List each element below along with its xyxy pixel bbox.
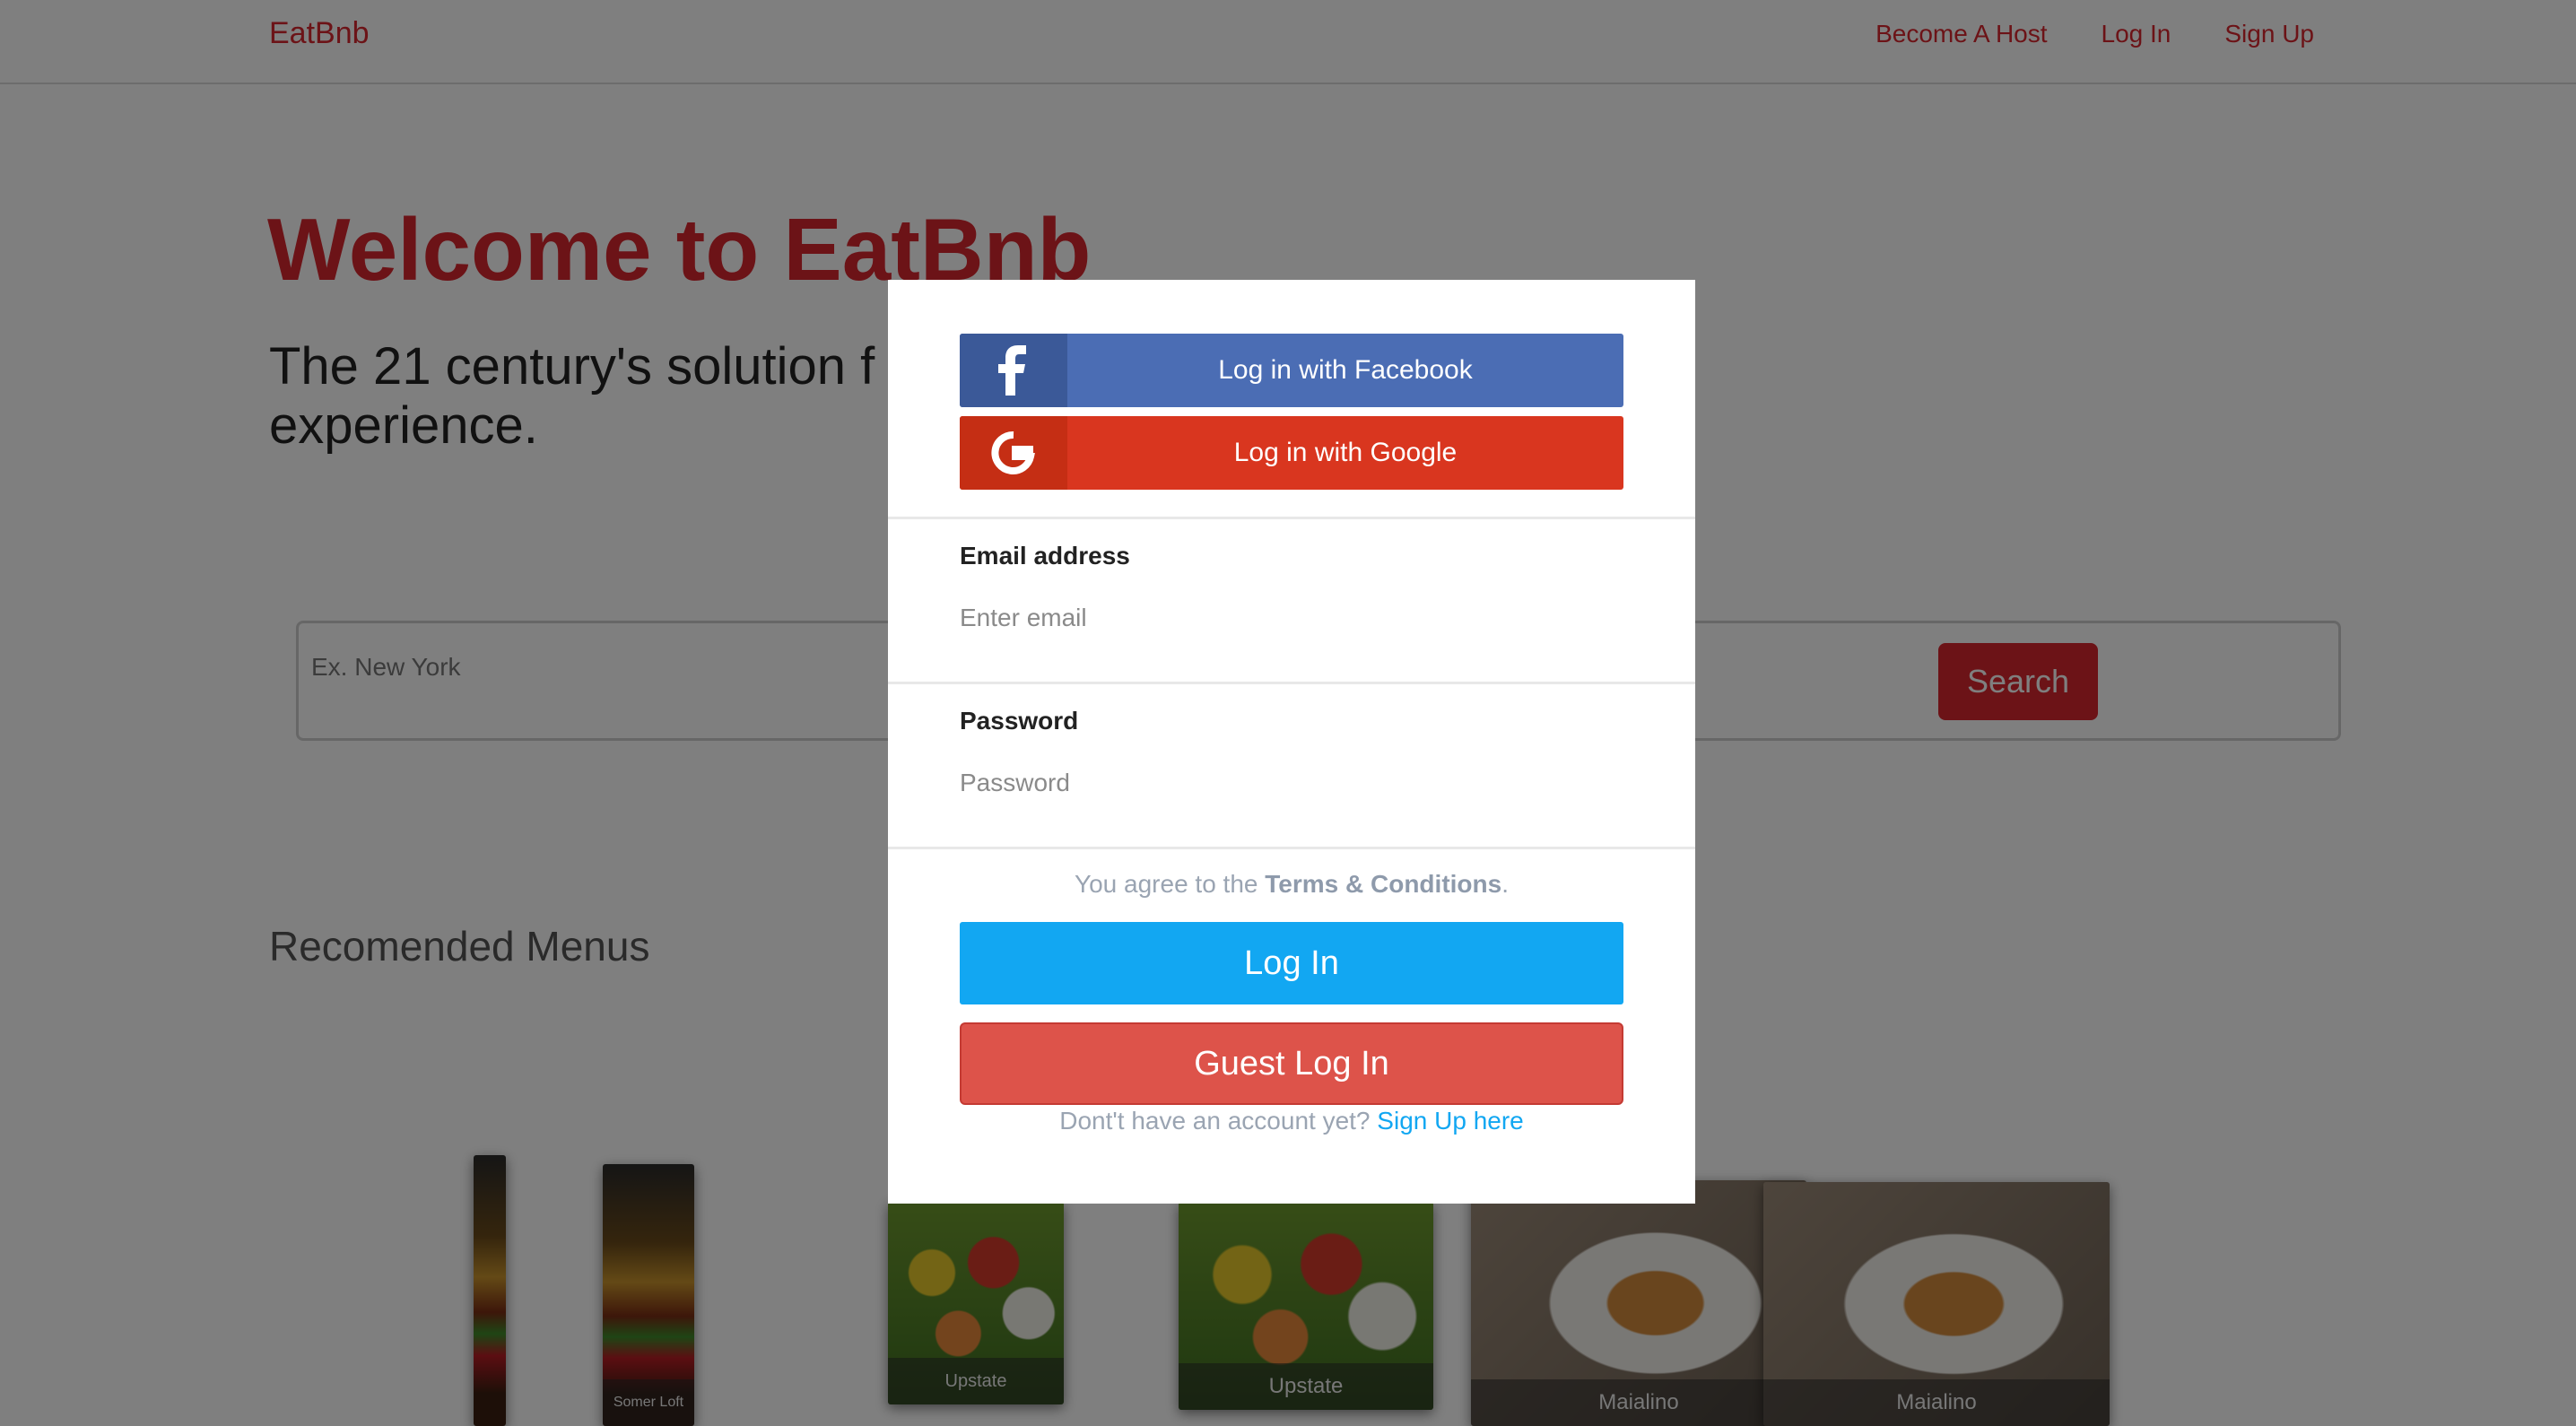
google-login-button[interactable]: Log in with Google (960, 416, 1623, 490)
password-label: Password (960, 707, 1079, 735)
signup-prompt: Dont't have an account yet? Sign Up here (888, 1107, 1695, 1135)
email-label: Email address (960, 542, 1130, 570)
terms-text: You agree to the Terms & Conditions. (888, 870, 1695, 899)
terms-suffix: . (1501, 870, 1509, 898)
divider (888, 847, 1695, 849)
google-login-label: Log in with Google (1233, 438, 1458, 467)
signup-prefix: Dont't have an account yet? (1059, 1107, 1378, 1135)
signup-link[interactable]: Sign Up here (1377, 1107, 1523, 1135)
facebook-login-label: Log in with Facebook (1218, 355, 1473, 385)
email-field[interactable] (960, 596, 1623, 640)
google-icon (960, 416, 1067, 490)
divider (888, 682, 1695, 684)
facebook-login-button[interactable]: Log in with Facebook (960, 334, 1623, 407)
terms-link[interactable]: Terms & Conditions (1265, 870, 1501, 898)
login-modal: Log in with Facebook Log in with Google … (888, 280, 1695, 1204)
login-button[interactable]: Log In (960, 922, 1623, 1004)
divider (888, 517, 1695, 519)
guest-login-button[interactable]: Guest Log In (960, 1022, 1623, 1105)
password-field[interactable] (960, 761, 1623, 805)
facebook-icon (960, 334, 1067, 407)
terms-prefix: You agree to the (1075, 870, 1266, 898)
